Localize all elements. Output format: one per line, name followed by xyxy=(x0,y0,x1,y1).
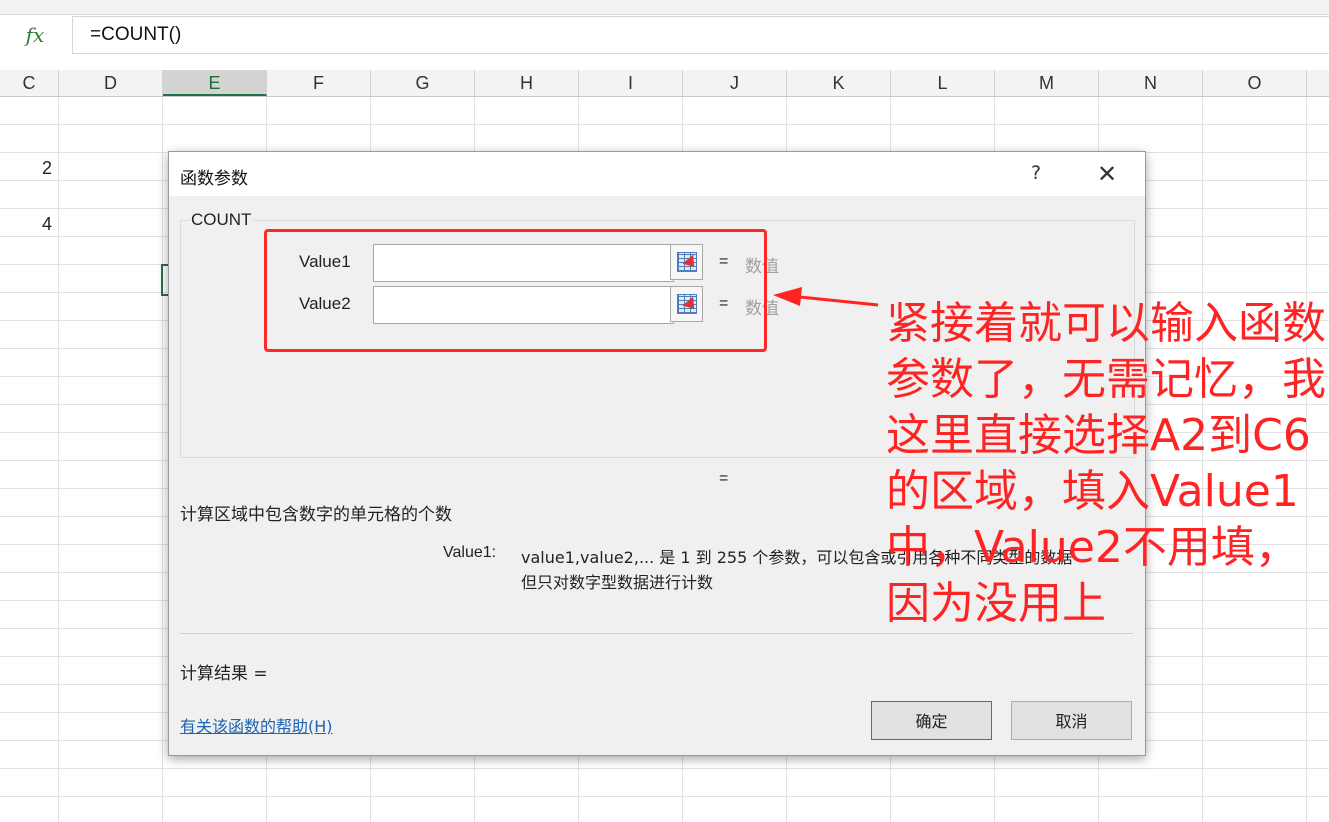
arrow-head xyxy=(773,287,802,306)
annotation-text: 紧接着就可以输入函数参数了，无需记忆，我这里直接选择A2到C6的区域，填入Val… xyxy=(886,298,1326,629)
arrow-shaft xyxy=(799,295,879,307)
